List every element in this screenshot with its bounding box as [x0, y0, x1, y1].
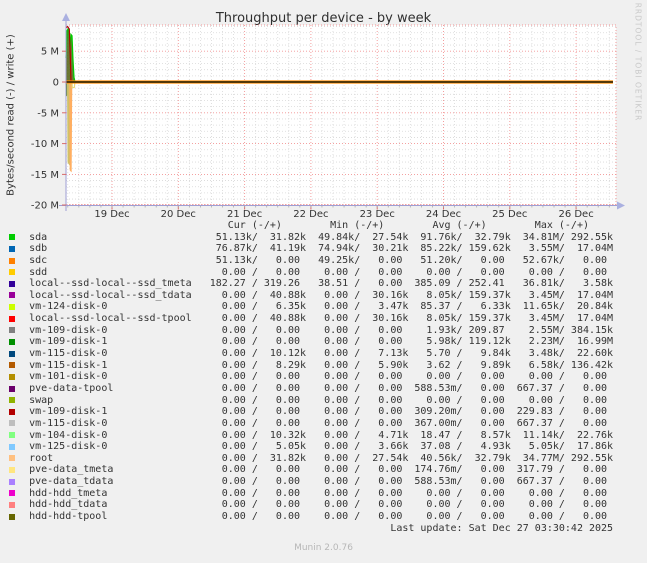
legend-row: vm-104-disk-0 0.00 / 10.32k 0.00 / 4.71k… — [5, 429, 614, 441]
series-color-swatch — [9, 432, 15, 439]
legend-row: sda 51.13k/ 31.82k 49.84k/ 27.54k 91.76k… — [5, 231, 614, 243]
series-color-swatch — [9, 304, 15, 311]
plot-svg: 5 M 0 -5 M -10 M -15 M -20 M 19 Dec 20 Dec 21 De… — [31, 13, 625, 220]
series-color-swatch — [9, 455, 15, 462]
series-color-swatch — [9, 280, 15, 287]
munin-version: Munin 2.0.76 — [294, 543, 353, 553]
y-tick-label: -15 M — [31, 170, 59, 181]
legend-row: vm-109-disk-1 0.00 / 0.00 0.00 / 0.00 5.… — [5, 336, 614, 348]
series-color-swatch — [9, 408, 15, 415]
series-color-swatch — [9, 245, 15, 252]
legend-row: pve-data_tmeta 0.00 / 0.00 0.00 / 0.00 1… — [5, 464, 614, 476]
legend-row: hdd-hdd-tpool 0.00 / 0.00 0.00 / 0.00 0.… — [5, 511, 614, 523]
series-color-swatch — [9, 478, 15, 485]
y-tick-label: -20 M — [31, 201, 59, 212]
legend-row: vm-124-disk-0 0.00 / 6.35k 0.00 / 3.47k … — [5, 301, 614, 313]
munin-graph-page: { "page": { "background": "#f0f0f0" }, "… — [0, 0, 647, 563]
y-tick-label: -5 M — [37, 108, 59, 119]
x-tick-label: 20 Dec — [161, 209, 196, 220]
legend-row: local--ssd-local--ssd_tdata 0.00 / 40.88… — [5, 289, 614, 301]
series-color-swatch — [9, 269, 15, 276]
x-axis-arrow — [617, 201, 625, 210]
last-update: Last update: Sat Dec 27 03:30:42 2025 — [5, 522, 614, 534]
y-tick-label: -10 M — [31, 139, 59, 150]
x-tick-label: 25 Dec — [492, 209, 527, 220]
series-color-swatch — [9, 373, 15, 380]
legend-row: root 0.00 / 31.82k 0.00 / 27.54k 40.56k/… — [5, 452, 614, 464]
legend-row: sdb 76.87k/ 41.19k 74.94k/ 30.21k 85.22k… — [5, 243, 614, 255]
series-color-swatch — [9, 501, 15, 508]
legend-row: swap 0.00 / 0.00 0.00 / 0.00 0.00 / 0.00… — [5, 394, 614, 406]
legend-table: Cur (-/+) Min (-/+) Avg (-/+) Max (-/+) … — [5, 220, 645, 534]
legend-row: hdd-hdd_tdata 0.00 / 0.00 0.00 / 0.00 0.… — [5, 499, 614, 511]
x-tick-label: 23 Dec — [360, 209, 395, 220]
series-color-swatch — [9, 397, 15, 404]
series-color-swatch — [9, 234, 15, 241]
series-color-swatch — [9, 350, 15, 357]
legend-row: vm-115-disk-0 0.00 / 0.00 0.00 / 0.00 36… — [5, 417, 614, 429]
y-tick-label: 5 M — [41, 47, 59, 58]
x-tick-label: 19 Dec — [94, 209, 129, 220]
legend-row: pve-data-tpool 0.00 / 0.00 0.00 / 0.00 5… — [5, 382, 614, 394]
series-color-swatch — [9, 327, 15, 334]
y-axis-arrow — [62, 13, 70, 21]
series-color-swatch — [9, 292, 15, 299]
legend-row: vm-101-disk-0 0.00 / 0.00 0.00 / 0.00 0.… — [5, 371, 614, 383]
series-color-swatch — [9, 339, 15, 345]
series-color-swatch — [9, 513, 15, 520]
x-tick-label: 26 Dec — [558, 209, 593, 220]
trace-root-read-spike-orange — [69, 81, 73, 173]
legend-row: vm-115-disk-0 0.00 / 10.12k 0.00 / 7.13k… — [5, 348, 614, 360]
x-tick-label: 21 Dec — [227, 209, 262, 220]
legend-row: vm-115-disk-1 0.00 / 8.29k 0.00 / 5.90k … — [5, 359, 614, 371]
legend-row: hdd-hdd_tmeta 0.00 / 0.00 0.00 / 0.00 0.… — [5, 487, 614, 499]
y-tick-label: 0 — [53, 78, 59, 89]
series-color-swatch — [9, 362, 15, 369]
legend-row: vm-125-disk-0 0.00 / 5.05k 0.00 / 3.66k … — [5, 441, 614, 453]
legend-row: vm-109-disk-0 0.00 / 0.00 0.00 / 0.00 1.… — [5, 324, 614, 336]
legend-header: Cur (-/+) Min (-/+) Avg (-/+) Max (-/+) — [5, 220, 614, 231]
series-color-swatch — [9, 385, 15, 392]
series-color-swatch — [9, 467, 15, 474]
legend-row: pve-data_tdata 0.00 / 0.00 0.00 / 0.00 5… — [5, 476, 614, 488]
series-color-swatch — [9, 490, 15, 497]
x-tick-label: 22 Dec — [293, 209, 328, 220]
legend-row: sdd 0.00 / 0.00 0.00 / 0.00 0.00 / 0.00 … — [5, 266, 614, 278]
legend-row: vm-109-disk-1 0.00 / 0.00 0.00 / 0.00 30… — [5, 406, 614, 418]
legend-row: local--ssd-local--ssd-tpool 0.00 / 40.88… — [5, 313, 614, 325]
legend-row: sdc 51.13k/ 0.00 49.25k/ 0.00 51.20k/ 0.… — [5, 254, 614, 266]
series-color-swatch — [9, 315, 15, 322]
series-color-swatch — [9, 420, 15, 427]
series-color-swatch — [9, 443, 15, 450]
series-color-swatch — [9, 257, 15, 264]
x-tick-label: 24 Dec — [426, 209, 461, 220]
legend-row: local--ssd-local--ssd_tmeta 182.27 / 319… — [5, 278, 614, 290]
